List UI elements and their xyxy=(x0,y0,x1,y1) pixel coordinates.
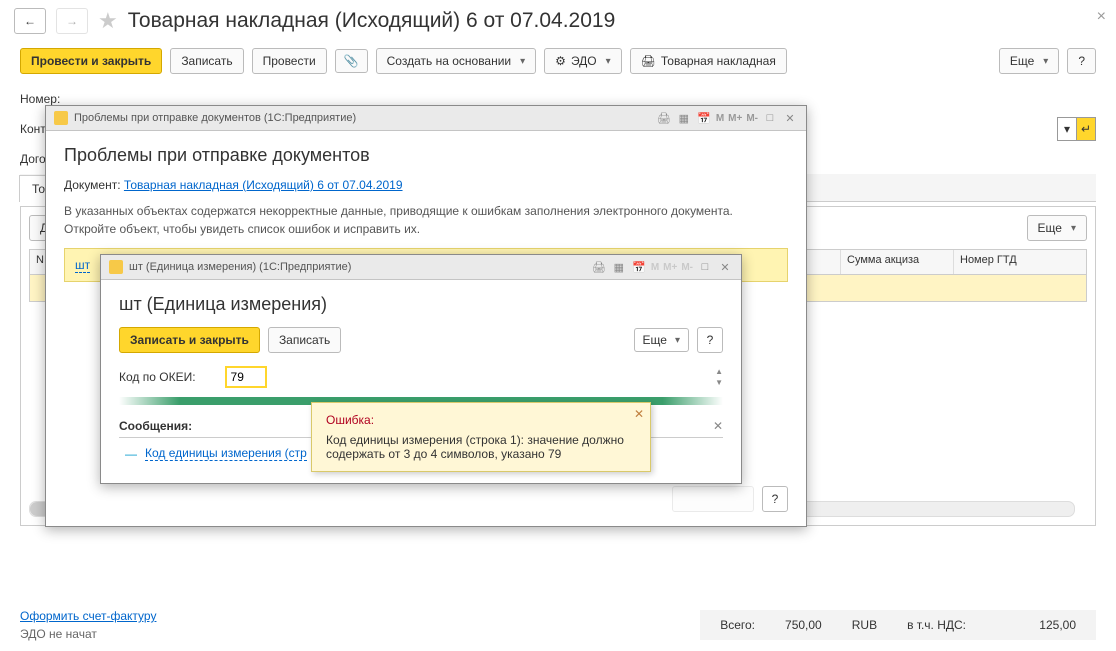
m-plus-button[interactable]: M+ xyxy=(663,262,677,273)
edo-status-label: ЭДО не начат xyxy=(20,627,156,641)
window-close-button[interactable]: × xyxy=(1097,8,1106,26)
doc-label: Документ: xyxy=(64,178,121,192)
m-minus-button[interactable]: M- xyxy=(746,113,758,124)
app-logo-icon xyxy=(54,111,68,125)
m-minus-button[interactable]: M- xyxy=(681,262,693,273)
stepper-up-icon[interactable]: ▲ xyxy=(715,367,723,376)
totals-bar: Всего: 750,00 RUB в т.ч. НДС: 125,00 xyxy=(700,610,1096,640)
maximize-icon[interactable]: □ xyxy=(762,110,778,126)
nav-back-button[interactable]: ← xyxy=(14,8,46,34)
messages-heading: Сообщения: xyxy=(119,419,192,433)
messages-close-icon[interactable]: ✕ xyxy=(713,419,723,433)
dialog2-heading: шт (Единица измерения) xyxy=(119,294,723,315)
unit-save-close-button[interactable]: Записать и закрыть xyxy=(119,327,260,353)
calc-icon[interactable]: ▦ xyxy=(676,110,692,126)
error-item-link[interactable]: шт xyxy=(75,258,90,273)
col-num-gtd: Номер ГТД xyxy=(954,250,1086,274)
dialog-unit: шт (Единица измерения) (1С:Предприятие) … xyxy=(100,254,742,484)
app-logo-icon xyxy=(109,260,123,274)
unit-save-button[interactable]: Записать xyxy=(268,327,341,353)
post-button[interactable]: Провести xyxy=(252,48,327,74)
help-button[interactable]: ? xyxy=(1067,48,1096,74)
page-title: Товарная накладная (Исходящий) 6 от 07.0… xyxy=(128,9,616,33)
m-button[interactable]: M xyxy=(651,262,659,273)
dialog-title: Проблемы при отправке документов (1С:Пре… xyxy=(74,112,356,124)
print-icon[interactable]: 🖨 xyxy=(591,259,607,275)
stepper-down-icon[interactable]: ▼ xyxy=(715,378,723,387)
nav-forward-button[interactable]: → xyxy=(56,8,88,34)
favorite-star-icon[interactable]: ★ xyxy=(98,8,118,34)
m-plus-button[interactable]: M+ xyxy=(728,113,742,124)
dialog2-title: шт (Единица измерения) (1С:Предприятие) xyxy=(129,261,351,273)
print-tn-button[interactable]: 🖨Товарная накладная xyxy=(630,48,787,74)
gear-icon: ⚙ xyxy=(555,54,566,68)
unit-more-button[interactable]: Еще xyxy=(634,328,689,352)
calendar-icon[interactable]: 📅 xyxy=(631,259,647,275)
document-link[interactable]: Товарная накладная (Исходящий) 6 от 07.0… xyxy=(124,178,403,192)
dialog-cancel-button[interactable] xyxy=(672,486,754,512)
m-button[interactable]: M xyxy=(716,113,724,124)
col-sum-akciz: Сумма акциза xyxy=(841,250,954,274)
close-icon[interactable]: ✕ xyxy=(717,259,733,275)
printer-icon: 🖨 xyxy=(641,54,656,68)
create-invoice-link[interactable]: Оформить счет-фактуру xyxy=(20,609,156,623)
number-label: Номер: xyxy=(20,92,90,106)
edo-button[interactable]: ⚙ЭДО xyxy=(544,48,621,74)
tooltip-heading: Ошибка: xyxy=(326,413,636,427)
okei-input[interactable] xyxy=(226,367,266,387)
maximize-icon[interactable]: □ xyxy=(697,259,713,275)
tooltip-body: Код единицы измерения (строка 1): значен… xyxy=(326,433,636,461)
tooltip-close-icon[interactable]: ✕ xyxy=(634,407,644,421)
sub-more-button[interactable]: Еще xyxy=(1027,215,1087,241)
attach-icon-button[interactable]: 📎 xyxy=(335,49,368,73)
info-text-2: Откройте объект, чтобы увидеть список ош… xyxy=(64,222,420,236)
dialog-heading: Проблемы при отправке документов xyxy=(64,145,788,166)
error-tooltip: ✕ Ошибка: Код единицы измерения (строка … xyxy=(311,402,651,472)
more-button[interactable]: Еще xyxy=(999,48,1059,74)
unit-help-button[interactable]: ? xyxy=(697,327,723,353)
close-icon[interactable]: ✕ xyxy=(782,110,798,126)
okei-label: Код по ОКЕИ: xyxy=(119,370,196,384)
post-and-close-button[interactable]: Провести и закрыть xyxy=(20,48,162,74)
save-button[interactable]: Записать xyxy=(170,48,243,74)
dialog-help-button[interactable]: ? xyxy=(762,486,788,512)
dash-icon: — xyxy=(125,447,137,461)
calc-icon[interactable]: ▦ xyxy=(611,259,627,275)
error-message-link[interactable]: Код единицы измерения (стр xyxy=(145,446,307,461)
print-icon[interactable]: 🖨 xyxy=(656,110,672,126)
info-text-1: В указанных объектах содержатся некоррек… xyxy=(64,204,733,218)
create-basis-button[interactable]: Создать на основании xyxy=(376,48,537,74)
calendar-icon[interactable]: 📅 xyxy=(696,110,712,126)
field-actions[interactable]: ▾↵ xyxy=(1057,117,1096,141)
